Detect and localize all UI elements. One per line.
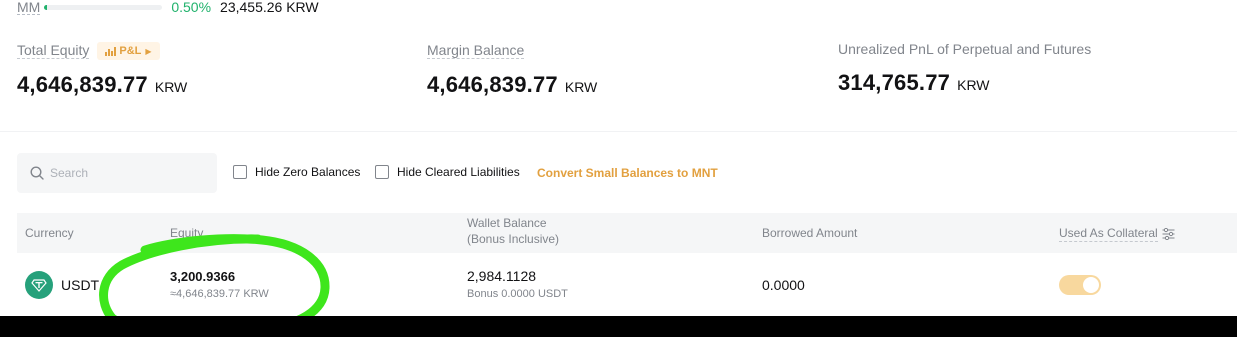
hide-cleared-liabilities-label: Hide Cleared Liabilities [397, 165, 520, 179]
bonus-value: Bonus 0.0000 USDT [467, 288, 568, 300]
bottom-black-bar [0, 316, 1237, 337]
mm-progress-bar [44, 4, 163, 10]
margin-balance-label[interactable]: Margin Balance [427, 43, 525, 59]
equity-krw-value: ≈4,646,839.77 KRW [170, 288, 269, 300]
margin-balance-value: 4,646,839.77 [427, 72, 558, 97]
checkbox-box[interactable] [233, 165, 247, 179]
caret-right-icon: ▶ [145, 46, 152, 56]
header-currency: Currency [25, 226, 74, 240]
section-divider [0, 131, 1237, 132]
mm-amount: 23,455.26 KRW [220, 0, 319, 15]
margin-balance-unit: KRW [564, 79, 598, 95]
bar-chart-icon [105, 47, 117, 56]
header-wallet-balance-label: Wallet Balance [467, 216, 547, 230]
mm-progress-fill [44, 4, 47, 10]
currency-name: USDT [61, 277, 100, 293]
sliders-icon[interactable] [1162, 227, 1175, 240]
search-input[interactable] [50, 166, 200, 180]
total-equity-stat: Total Equity P&L ▶ 4,646,839.77 KRW [17, 40, 187, 98]
header-equity: Equity [170, 226, 204, 240]
toggle-knob [1083, 277, 1099, 293]
search-box[interactable] [17, 153, 217, 193]
unrealized-pnl-stat: Unrealized PnL of Perpetual and Futures … [838, 38, 1091, 96]
maintenance-margin-row: MM 0.50% 23,455.26 KRW [17, 0, 319, 16]
convert-small-balances-link[interactable]: Convert Small Balances to MNT [537, 166, 718, 180]
wallet-balance-value: 2,984.1128 [467, 268, 537, 284]
unrealized-pnl-value: 314,765.77 [838, 70, 951, 95]
header-wallet-balance-sub: (Bonus Inclusive) [467, 232, 560, 246]
checkbox-box[interactable] [375, 165, 389, 179]
table-header: Currency Equity Wallet Balance (Bonus In… [17, 213, 1237, 253]
equity-value: 3,200.9366 [170, 269, 236, 284]
usdt-coin-icon [25, 271, 53, 299]
header-wallet-balance: Wallet Balance (Bonus Inclusive) [467, 215, 559, 247]
total-equity-unit: KRW [154, 79, 188, 95]
hide-zero-balances-checkbox[interactable]: Hide Zero Balances [233, 165, 360, 179]
table-row[interactable]: USDT 3,200.9366 ≈4,646,839.77 KRW 2,984.… [17, 253, 1237, 316]
borrowed-amount-value: 0.0000 [762, 277, 805, 293]
account-summary: Total Equity P&L ▶ 4,646,839.77 KRW Marg… [0, 40, 1237, 110]
collateral-toggle[interactable] [1059, 275, 1101, 295]
unrealized-pnl-label: Unrealized PnL of Perpetual and Futures [838, 41, 1092, 57]
total-equity-label[interactable]: Total Equity [17, 43, 90, 59]
hide-zero-balances-label: Hide Zero Balances [255, 165, 361, 179]
unrealized-pnl-unit: KRW [957, 77, 990, 93]
pnl-label: P&L [119, 45, 142, 57]
header-used-as-collateral: Used As Collateral [1059, 225, 1175, 242]
total-equity-value: 4,646,839.77 [17, 72, 148, 97]
header-borrowed-amount: Borrowed Amount [762, 226, 858, 240]
header-collateral-label[interactable]: Used As Collateral [1059, 225, 1158, 242]
hide-cleared-liabilities-checkbox[interactable]: Hide Cleared Liabilities [375, 165, 520, 179]
mm-percent: 0.50% [171, 0, 212, 15]
pnl-button[interactable]: P&L ▶ [97, 42, 160, 60]
search-icon [30, 166, 44, 180]
mm-label: MM [17, 0, 41, 15]
margin-balance-stat: Margin Balance 4,646,839.77 KRW [427, 40, 597, 98]
